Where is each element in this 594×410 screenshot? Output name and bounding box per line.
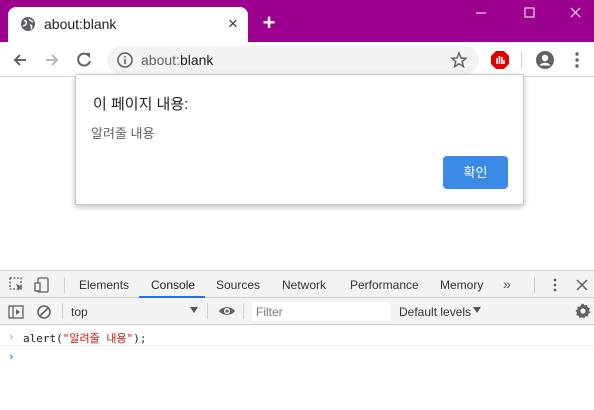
tab-network[interactable]: Network [282,278,326,292]
url-text: about:blank [141,52,214,68]
devtools-divider [534,277,535,293]
dialog-message: 알려줄 내용 [91,126,155,141]
clear-console-icon[interactable] [35,303,53,321]
profile-avatar-icon[interactable] [535,50,555,70]
devtools-tabbar: Elements Console Sources Network Perform… [0,270,594,298]
back-arrow-icon[interactable] [10,50,30,70]
tab-title: about:blank [44,16,117,32]
console-divider [243,303,244,319]
browser-titlebar: about:blank × + [0,0,594,42]
minimize-icon[interactable] [458,0,504,30]
inspect-element-icon[interactable] [8,276,26,294]
adblock-extension-icon[interactable] [490,50,510,70]
reload-icon[interactable] [74,50,94,70]
console-output[interactable]: › alert("알려줄 내용"); › [0,325,594,410]
more-tabs-button[interactable]: » [503,276,511,292]
console-divider [62,303,63,319]
console-settings-gear-icon[interactable] [574,302,592,320]
tab-memory[interactable]: Memory [440,278,483,292]
context-select[interactable]: top [71,305,88,319]
console-prompt[interactable]: › [0,346,594,366]
browser-toolbar: about:blank [0,42,594,77]
toolbar-divider [521,52,522,68]
devtools-menu-icon[interactable] [546,276,564,294]
ok-button[interactable]: 확인 [443,156,508,189]
close-icon[interactable] [552,0,594,30]
tab-elements[interactable]: Elements [79,278,129,292]
levels-dropdown-arrow-icon[interactable] [473,307,481,313]
console-filter-input[interactable] [252,302,390,321]
console-divider [207,303,208,319]
console-input-line: › alert("알려줄 내용"); [0,326,594,346]
tab-sources[interactable]: Sources [216,278,260,292]
address-bar[interactable]: about:blank [107,46,479,74]
bookmark-star-icon[interactable] [450,51,468,69]
devtools-divider [64,277,65,293]
input-chevron-icon: › [8,330,15,343]
prompt-chevron-icon: › [8,350,15,363]
console-toolbar: top Default levels [0,298,594,325]
live-expression-eye-icon[interactable] [218,302,236,320]
tab-close-icon[interactable]: × [224,15,242,33]
context-dropdown-arrow-icon[interactable] [190,307,198,313]
log-levels-select[interactable]: Default levels [399,305,471,319]
devtools-close-icon[interactable] [573,276,591,294]
globe-icon [21,17,35,31]
maximize-icon[interactable] [506,0,552,30]
forward-arrow-icon[interactable] [42,50,62,70]
device-toolbar-icon[interactable] [33,276,51,294]
new-tab-button[interactable]: + [258,12,280,34]
browser-tab[interactable]: about:blank × [8,7,248,42]
info-icon[interactable] [116,51,134,69]
console-command: alert("알려줄 내용"); [23,332,147,345]
alert-dialog: 이 페이지 내용: 알려줄 내용 확인 [75,74,524,205]
tab-console[interactable]: Console [151,278,195,292]
show-sidebar-icon[interactable] [7,303,25,321]
menu-kebab-icon[interactable] [567,50,587,70]
tab-performance[interactable]: Performance [350,278,419,292]
dialog-title: 이 페이지 내용: [93,96,189,113]
